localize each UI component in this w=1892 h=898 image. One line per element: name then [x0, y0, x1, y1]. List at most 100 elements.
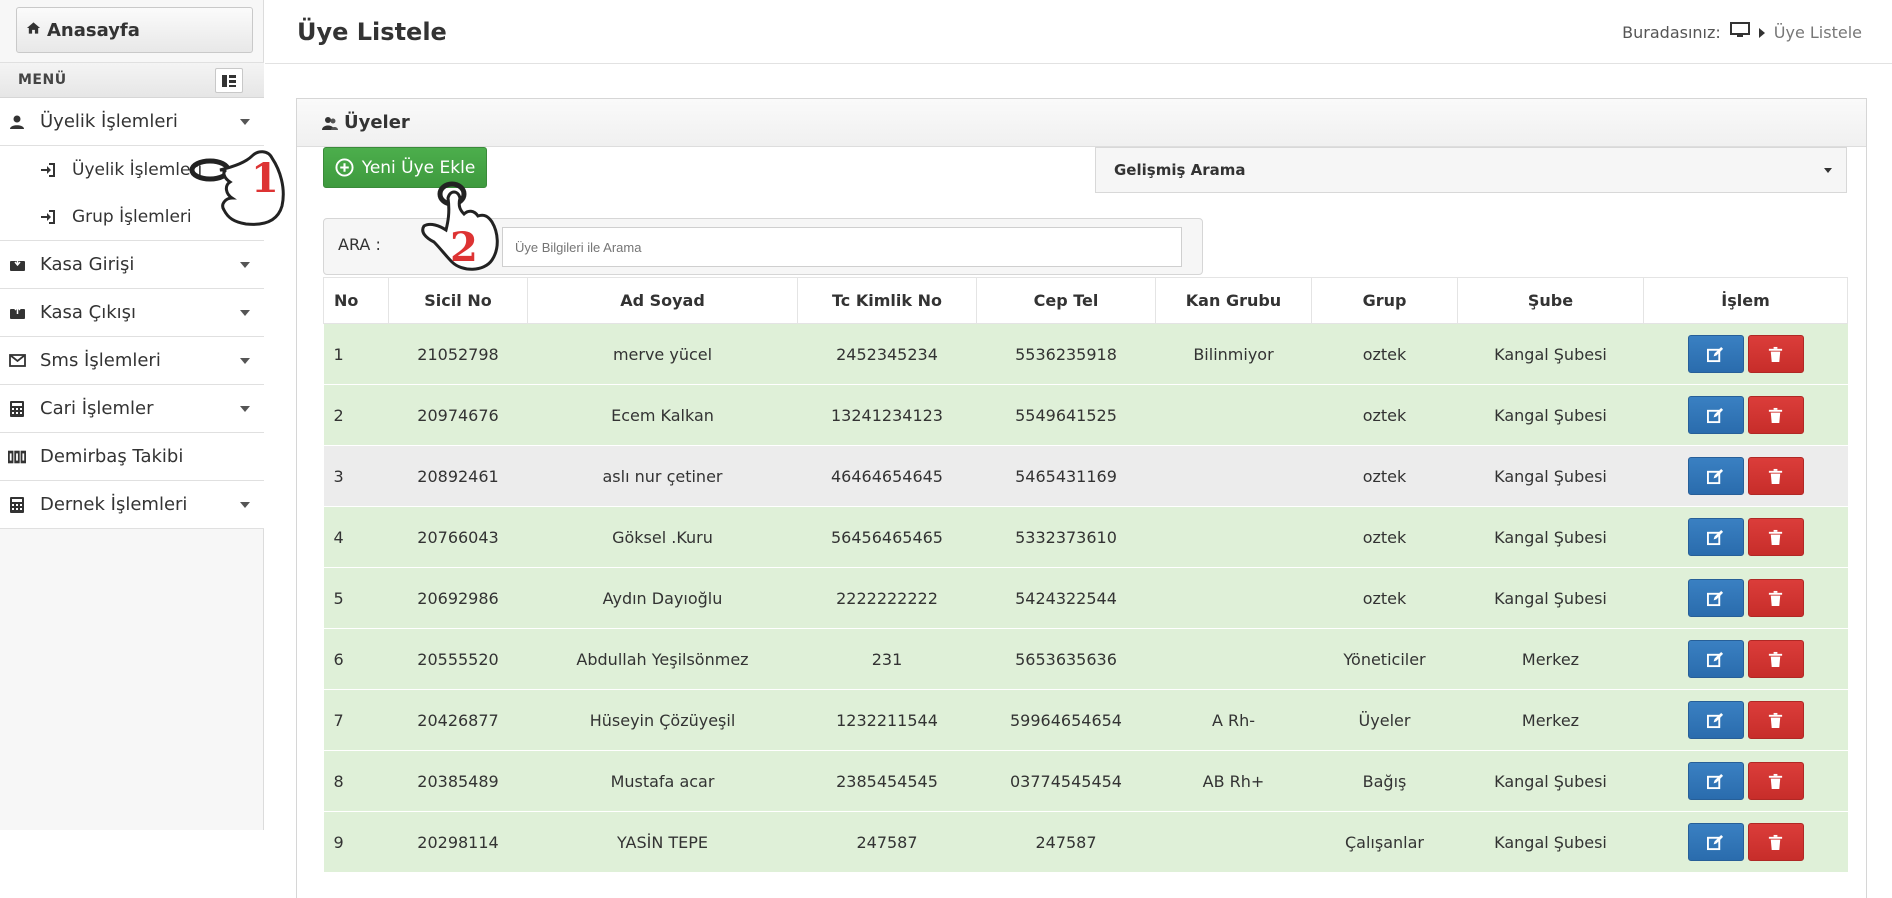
column-header[interactable]: Sicil No — [388, 277, 528, 324]
table-cell — [1155, 628, 1312, 690]
edit-icon — [1707, 529, 1724, 545]
table-cell: Merkez — [1457, 628, 1644, 690]
advanced-search-toggle[interactable]: Gelişmiş Arama — [1095, 147, 1847, 193]
home-label: Anasayfa — [47, 19, 140, 41]
edit-button[interactable] — [1687, 640, 1744, 678]
sidebar-toggle-button[interactable] — [215, 68, 243, 93]
delete-button[interactable] — [1747, 640, 1804, 678]
column-header[interactable]: Tc Kimlik No — [797, 277, 977, 324]
delete-button[interactable] — [1747, 762, 1804, 800]
table-cell: 03774545454 — [976, 750, 1156, 812]
table-cell: Kangal Şubesi — [1457, 445, 1644, 507]
table-cell: oztek — [1311, 445, 1458, 507]
table-cell: 46464654645 — [797, 445, 977, 507]
column-header: İşlem — [1643, 277, 1848, 324]
edit-button[interactable] — [1687, 823, 1744, 861]
table-row: 9 20298114 YASİN TEPE 247587 247587 Çalışanla… — [323, 811, 1848, 873]
menu-header: MENÜ — [0, 62, 264, 98]
table-cell: A Rh- — [1155, 689, 1312, 751]
sidebar-item-kasa-cikisi[interactable]: Kasa Çıkışı — [0, 289, 264, 337]
table-cell: oztek — [1311, 567, 1458, 629]
actions-cell — [1643, 628, 1848, 690]
caret-down-icon — [240, 119, 250, 125]
edit-icon — [1707, 773, 1724, 789]
members-table: No Sicil No Ad Soyad Tc Kimlik No Cep Te… — [323, 277, 1848, 873]
table-cell: oztek — [1311, 323, 1458, 385]
delete-button[interactable] — [1747, 396, 1804, 434]
sidebar-item-uyelik-islemleri[interactable]: Üyelik İşlemleri — [0, 98, 264, 146]
table-cell: 21052798 — [388, 323, 528, 385]
edit-button[interactable] — [1687, 701, 1744, 739]
table-cell: 9 — [323, 811, 389, 873]
edit-button[interactable] — [1687, 762, 1744, 800]
column-header[interactable]: Cep Tel — [976, 277, 1156, 324]
sidebar-item-demirbas-takibi[interactable]: Demirbaş Takibi — [0, 433, 264, 481]
table-cell: Kangal Şubesi — [1457, 506, 1644, 568]
table-cell — [1155, 445, 1312, 507]
delete-button[interactable] — [1747, 701, 1804, 739]
column-header[interactable]: Grup — [1311, 277, 1458, 324]
table-cell: 1232211544 — [797, 689, 977, 751]
sidebar-item-label: Cari İşlemler — [40, 398, 154, 419]
table-row: 6 20555520 Abdullah Yeşilsönmez 231 56536356… — [323, 628, 1848, 690]
trash-icon — [1768, 773, 1783, 789]
table-cell: Abdullah Yeşilsönmez — [527, 628, 798, 690]
step-number-1: 1 — [251, 155, 279, 202]
table-row: 7 20426877 Hüseyin Çözüyeşil 1232211544 5996… — [323, 689, 1848, 751]
edit-button[interactable] — [1687, 396, 1744, 434]
table-row: 3 20892461 aslı nur çetiner 46464654645 5465… — [323, 445, 1848, 507]
edit-icon — [1707, 590, 1724, 606]
breadcrumb-current: Üye Listele — [1773, 22, 1862, 42]
search-label: ARA : — [338, 235, 381, 254]
sign-in-icon — [41, 162, 55, 177]
home-button[interactable]: Anasayfa — [16, 7, 253, 53]
edit-icon — [1707, 468, 1724, 484]
edit-button[interactable] — [1687, 335, 1744, 373]
caret-down-icon — [1824, 168, 1832, 173]
caret-down-icon — [240, 406, 250, 412]
sidebar-item-cari-islemler[interactable]: Cari İşlemler — [0, 385, 264, 433]
edit-icon — [1707, 407, 1724, 423]
caret-down-icon — [240, 502, 250, 508]
column-header[interactable]: Ad Soyad — [527, 277, 798, 324]
delete-button[interactable] — [1747, 579, 1804, 617]
sidebar-item-sms-islemleri[interactable]: Sms İşlemleri — [0, 337, 264, 385]
panel-header: Üyeler — [297, 99, 1866, 147]
panel-title: Üyeler — [344, 112, 410, 133]
column-header[interactable]: Kan Grubu — [1155, 277, 1312, 324]
column-header[interactable]: Şube — [1457, 277, 1644, 324]
table-cell: Kangal Şubesi — [1457, 567, 1644, 629]
delete-button[interactable] — [1747, 518, 1804, 556]
users-icon — [322, 116, 338, 130]
table-cell: 5332373610 — [976, 506, 1156, 568]
table-cell: Kangal Şubesi — [1457, 323, 1644, 385]
table-cell: 5549641525 — [976, 384, 1156, 446]
table-cell: 231 — [797, 628, 977, 690]
table-cell: 20692986 — [388, 567, 528, 629]
table-cell: 5653635636 — [976, 628, 1156, 690]
search-input[interactable] — [502, 227, 1182, 267]
sidebar: Anasayfa MENÜ Üyelik İşlemleri Üyelik İş… — [0, 0, 264, 830]
edit-button[interactable] — [1687, 518, 1744, 556]
sidebar-item-kasa-girisi[interactable]: Kasa Girişi — [0, 241, 264, 289]
sidebar-item-label: Sms İşlemleri — [40, 350, 161, 371]
delete-button[interactable] — [1747, 457, 1804, 495]
sidebar-item-dernek-islemleri[interactable]: Dernek İşlemleri — [0, 481, 264, 529]
column-header[interactable]: No — [323, 277, 389, 324]
submenu-item-label: Grup İşlemleri — [72, 206, 192, 227]
edit-button[interactable] — [1687, 457, 1744, 495]
delete-button[interactable] — [1747, 823, 1804, 861]
desktop-icon[interactable] — [1729, 22, 1750, 42]
table-cell: Kangal Şubesi — [1457, 750, 1644, 812]
table-row: 8 20385489 Mustafa acar 2385454545 037745454… — [323, 750, 1848, 812]
table-cell: 56456465465 — [797, 506, 977, 568]
delete-button[interactable] — [1747, 335, 1804, 373]
table-cell: 20555520 — [388, 628, 528, 690]
edit-button[interactable] — [1687, 579, 1744, 617]
table-cell: 5536235918 — [976, 323, 1156, 385]
table-cell: 59964654654 — [976, 689, 1156, 751]
advanced-search-label: Gelişmiş Arama — [1114, 161, 1246, 179]
table-cell: Merkez — [1457, 689, 1644, 751]
table-header-row: No Sicil No Ad Soyad Tc Kimlik No Cep Te… — [323, 277, 1848, 324]
table-cell: 4 — [323, 506, 389, 568]
